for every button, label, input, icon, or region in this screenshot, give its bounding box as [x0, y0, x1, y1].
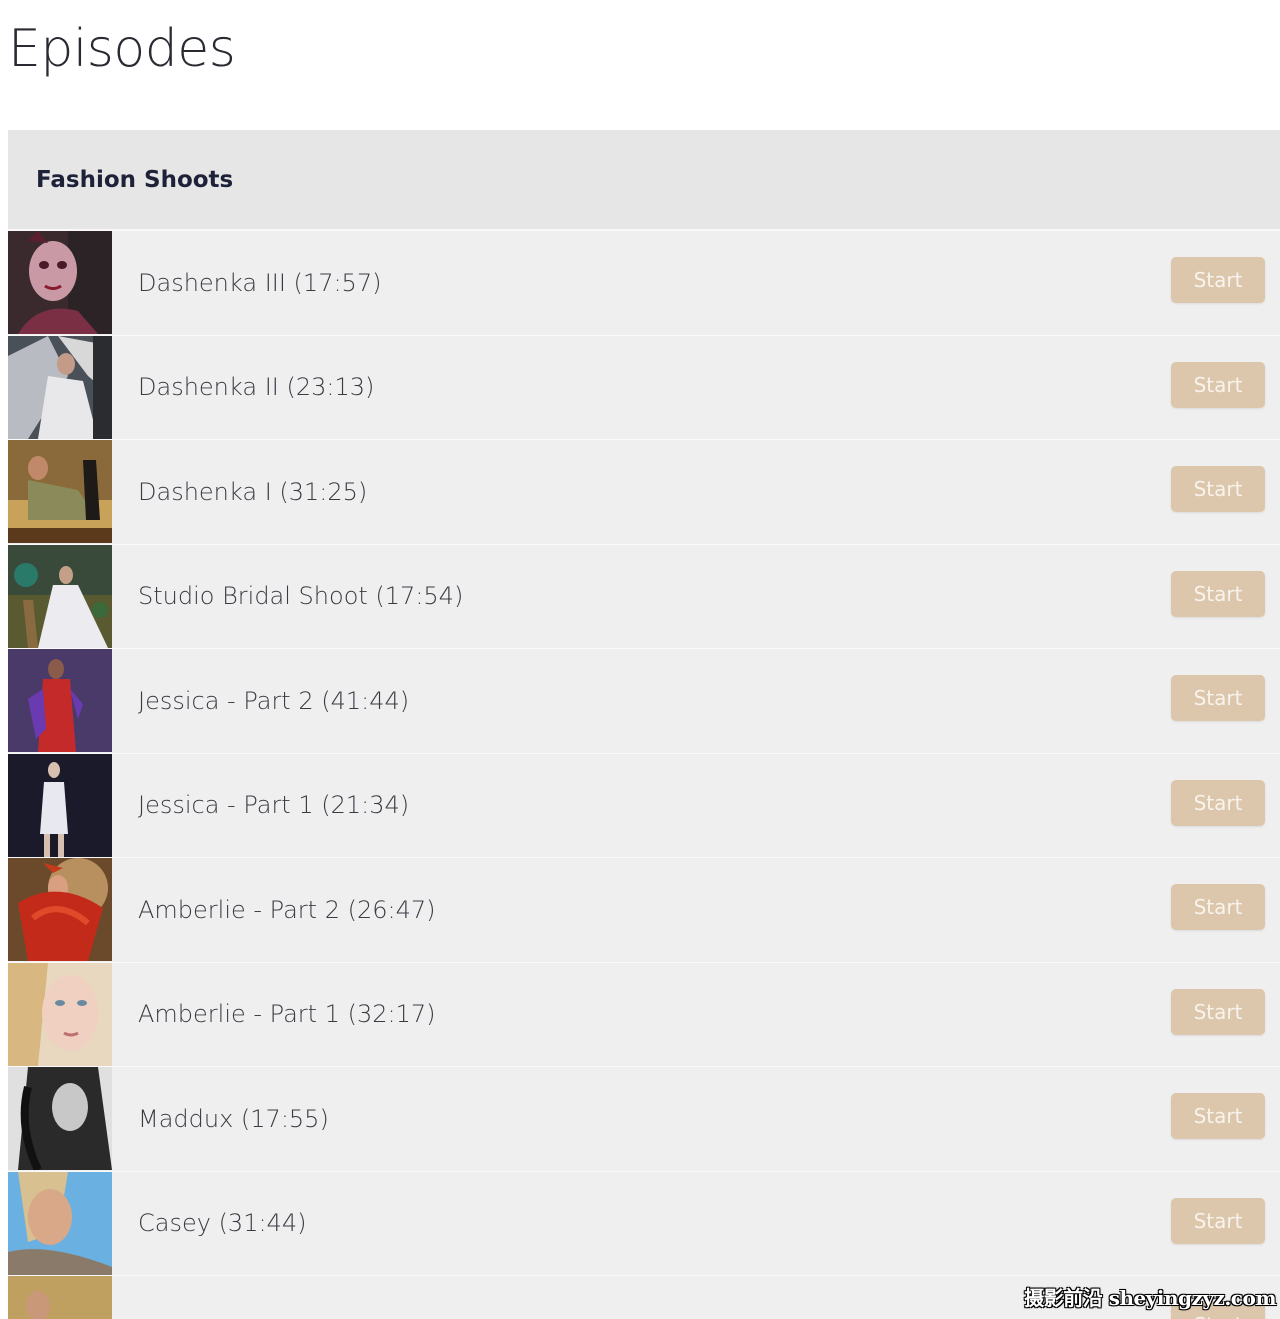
episodes-page: Episodes Fashion Shoots Dashenka III (17…: [0, 0, 1280, 1319]
episode-row: Amberlie - Part 1 (32:17) Start: [8, 961, 1280, 1066]
episode-thumbnail[interactable]: [8, 231, 112, 335]
episode-row: Dashenka I (31:25) Start: [8, 439, 1280, 544]
episode-row: Jessica - Part 2 (41:44) Start: [8, 648, 1280, 753]
start-button[interactable]: Start: [1171, 466, 1265, 512]
episode-thumbnail[interactable]: [8, 335, 112, 439]
episode-thumbnail[interactable]: [8, 1171, 112, 1275]
episode-title[interactable]: Jessica - Part 2 (41:44): [138, 687, 409, 715]
episode-row: Dashenka III (17:57) Start: [8, 230, 1280, 335]
start-button[interactable]: Start: [1171, 988, 1265, 1035]
episode-thumbnail[interactable]: [8, 649, 112, 753]
episode-row: Casey (31:44) Start: [8, 1170, 1280, 1275]
start-button[interactable]: Start: [1171, 675, 1265, 721]
episode-row: Amberlie - Part 2 (26:47) Start: [8, 857, 1280, 962]
episode-thumbnail[interactable]: [8, 440, 112, 544]
episode-title[interactable]: Jessica - Part 1 (21:34): [138, 791, 409, 819]
episode-title[interactable]: Maddux (17:55): [138, 1105, 329, 1133]
episode-title[interactable]: Amberlie - Part 2 (26:47): [138, 896, 435, 924]
start-button[interactable]: Start: [1171, 361, 1265, 408]
episode-title[interactable]: Dashenka I (31:25): [138, 478, 367, 506]
episode-thumbnail[interactable]: [8, 858, 112, 962]
episode-thumbnail[interactable]: [8, 753, 112, 857]
page-title: Episodes: [8, 19, 236, 79]
section-title: Fashion Shoots: [36, 166, 234, 193]
watermark: 摄影前沿 sheyingzyz.com: [1024, 1286, 1276, 1310]
episode-title[interactable]: Dashenka III (17:57): [138, 269, 381, 297]
episode-row: Studio Bridal Shoot (17:54) Start: [8, 543, 1280, 648]
start-button[interactable]: Start: [1171, 570, 1265, 617]
start-button[interactable]: Start: [1171, 257, 1265, 303]
episode-thumbnail[interactable]: [8, 1276, 112, 1319]
episode-title[interactable]: Amberlie - Part 1 (32:17): [138, 1000, 435, 1028]
episode-title[interactable]: Dashenka II (23:13): [138, 373, 374, 401]
episode-thumbnail[interactable]: [8, 1067, 112, 1171]
episode-thumbnail[interactable]: [8, 544, 112, 648]
episode-list: Dashenka III (17:57) Start Dashenka II (…: [8, 230, 1280, 1319]
episode-title[interactable]: Studio Bridal Shoot (17:54): [138, 582, 463, 610]
episode-row: Dashenka II (23:13) Start: [8, 334, 1280, 439]
section-header: Fashion Shoots: [8, 130, 1280, 230]
episode-row: Maddux (17:55) Start: [8, 1066, 1280, 1171]
fashion-shoots-section: Fashion Shoots Dashenka III (17:57) Star…: [8, 130, 1280, 1319]
episode-thumbnail[interactable]: [8, 962, 112, 1066]
start-button[interactable]: Start: [1171, 1197, 1265, 1244]
start-button[interactable]: Start: [1171, 1093, 1265, 1139]
episode-row: Jessica - Part 1 (21:34) Start: [8, 752, 1280, 857]
start-button[interactable]: Start: [1171, 884, 1265, 930]
episode-title[interactable]: Casey (31:44): [138, 1209, 306, 1237]
start-button[interactable]: Start: [1171, 779, 1265, 826]
